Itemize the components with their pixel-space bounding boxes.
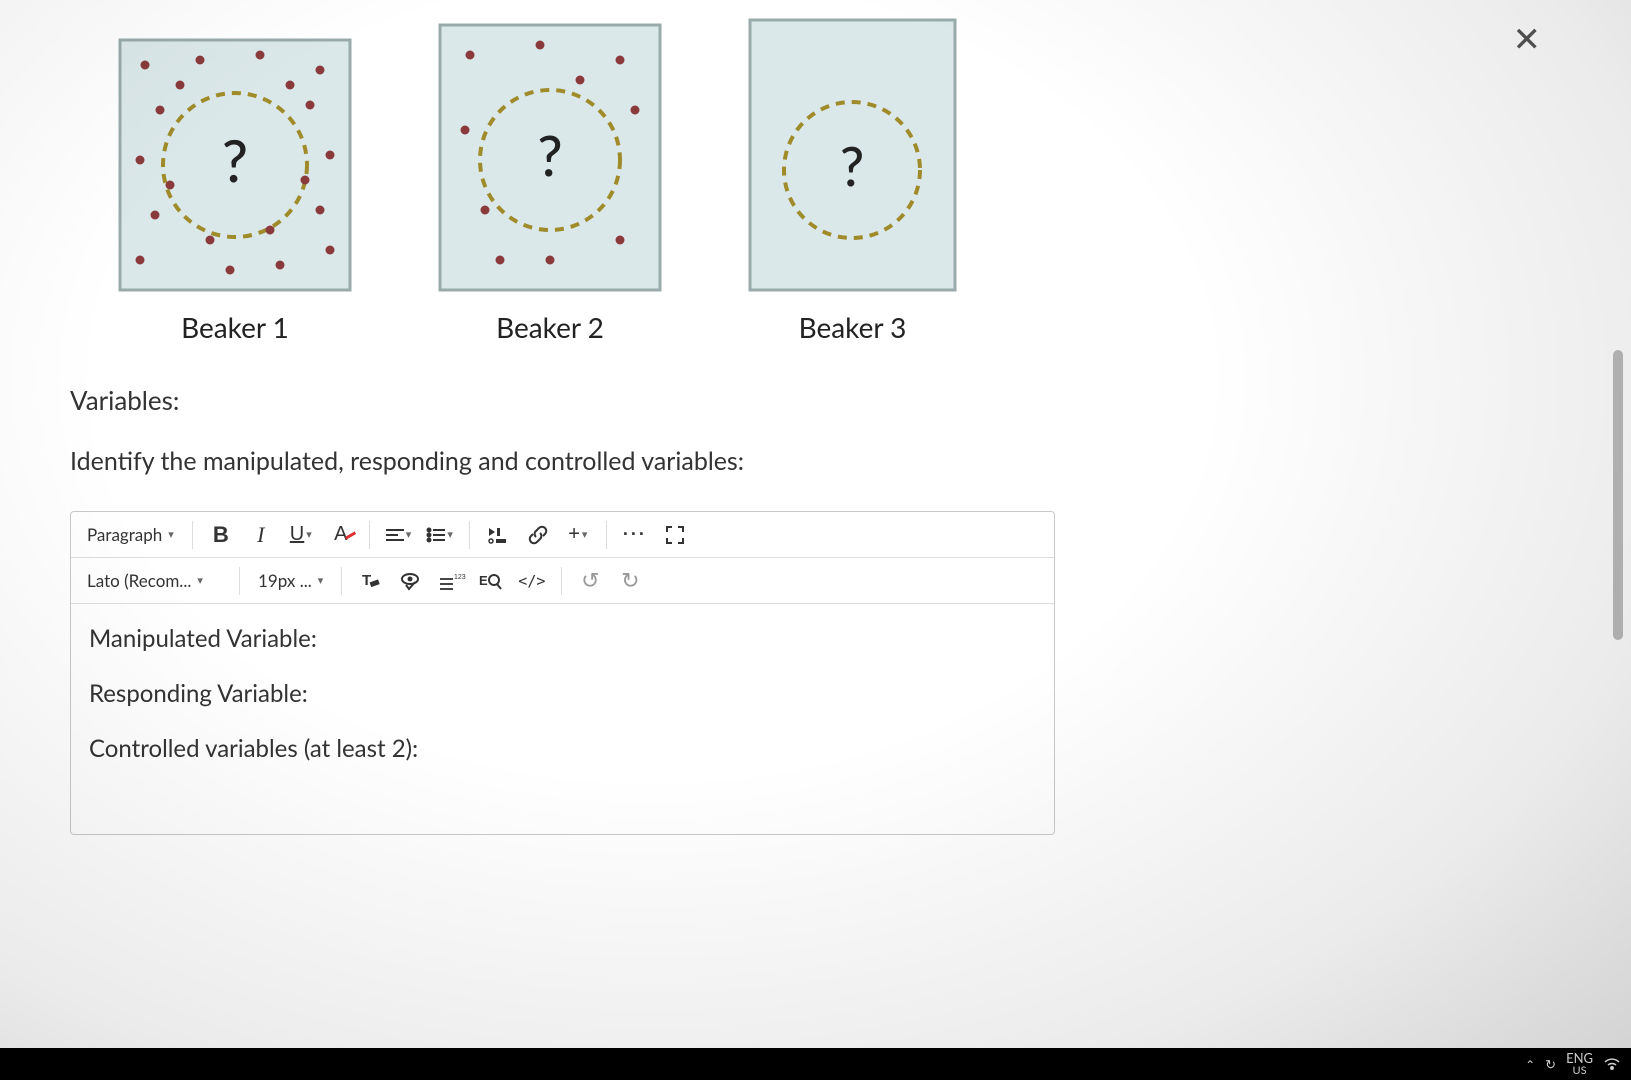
beaker-3-image: ?: [740, 0, 965, 300]
chevron-down-icon: ▾: [582, 528, 588, 541]
beaker-2-image: ?: [430, 10, 670, 300]
chevron-down-icon: ▾: [447, 528, 453, 541]
scrollbar-thumb[interactable]: [1613, 350, 1623, 640]
font-size-dropdown[interactable]: 19px ... ▾: [250, 564, 331, 598]
separator: [341, 567, 342, 595]
find-replace-icon: E: [479, 571, 501, 591]
undo-button[interactable]: ↺: [572, 564, 608, 598]
font-family-label: Lato (Recom...: [87, 570, 191, 591]
separator: [369, 521, 370, 549]
manipulated-line: Manipulated Variable:: [89, 624, 1036, 653]
underline-label: U: [290, 523, 304, 546]
separator: [606, 521, 607, 549]
variables-heading: Variables:: [70, 384, 1601, 416]
align-icon: [386, 528, 404, 542]
font-size-label: 19px ...: [258, 570, 312, 591]
toolbar-row-2: Lato (Recom... ▾ 19px ... ▾ T: [71, 558, 1054, 604]
link-icon: [528, 525, 548, 545]
beaker-2: ? Beaker 2: [430, 10, 670, 344]
chevron-up-icon[interactable]: ⌃: [1525, 1057, 1535, 1072]
fullscreen-button[interactable]: [657, 518, 693, 552]
svg-text:123: 123: [454, 574, 466, 581]
sync-icon[interactable]: ↻: [1545, 1056, 1556, 1073]
page-content: ✕ ? Beaker 1: [65, 0, 1601, 1050]
font-family-dropdown[interactable]: Lato (Recom... ▾: [79, 564, 229, 598]
svg-text:?: ?: [840, 133, 864, 198]
language-top: ENG: [1566, 1051, 1593, 1065]
prompt-section: Variables: Identify the manipulated, res…: [70, 384, 1601, 476]
block-format-dropdown[interactable]: Paragraph ▾: [79, 518, 182, 552]
bold-button[interactable]: B: [203, 518, 239, 552]
beaker-1-image: ?: [110, 30, 360, 300]
toolbar-row-1: Paragraph ▾ B I U ▾ A ▾: [71, 512, 1054, 558]
block-format-label: Paragraph: [87, 524, 162, 545]
html-view-button[interactable]: </>: [512, 564, 551, 598]
chevron-down-icon: ▾: [306, 528, 312, 541]
underline-button[interactable]: U ▾: [283, 518, 319, 552]
accessibility-button[interactable]: [392, 564, 428, 598]
text-color-button[interactable]: A: [323, 518, 359, 552]
insert-button[interactable]: + ▾: [560, 518, 596, 552]
separator: [239, 567, 240, 595]
separator: [192, 521, 193, 549]
chevron-down-icon: ▾: [168, 528, 174, 541]
redo-button[interactable]: ↻: [612, 564, 648, 598]
chevron-down-icon: ▾: [318, 574, 324, 587]
beaker-2-label: Beaker 2: [496, 310, 604, 344]
list-button[interactable]: ▾: [421, 518, 459, 552]
separator: [561, 567, 562, 595]
beaker-1-label: Beaker 1: [181, 310, 289, 344]
fullscreen-icon: [666, 526, 684, 544]
editor-body[interactable]: Manipulated Variable: Responding Variabl…: [71, 604, 1054, 834]
media-icon: [488, 527, 508, 543]
text-color-label: A: [334, 523, 347, 545]
language-bottom: US: [1566, 1065, 1593, 1077]
rich-text-editor: Paragraph ▾ B I U ▾ A ▾: [70, 511, 1055, 835]
responding-line: Responding Variable:: [89, 679, 1036, 708]
language-indicator[interactable]: ENG US: [1566, 1051, 1593, 1077]
clear-formatting-icon: T: [360, 572, 380, 590]
list-icon: [427, 528, 445, 542]
beaker-3: ? Beaker 3: [740, 0, 965, 344]
variables-instruction: Identify the manipulated, responding and…: [70, 446, 1601, 476]
beaker-row: ? Beaker 1 ?: [110, 0, 1601, 344]
more-button[interactable]: ···: [617, 518, 653, 552]
svg-text:?: ?: [537, 121, 562, 188]
align-button[interactable]: ▾: [380, 518, 418, 552]
insert-label: +: [568, 523, 580, 546]
media-button[interactable]: [480, 518, 516, 552]
svg-text:T: T: [362, 572, 371, 589]
chevron-down-icon: ▾: [197, 574, 203, 587]
accessibility-checker-icon: [400, 571, 420, 591]
windows-taskbar: ⌃ ↻ ENG US: [0, 1048, 1631, 1080]
wifi-icon[interactable]: [1603, 1056, 1621, 1073]
separator: [469, 521, 470, 549]
close-icon[interactable]: ✕: [1513, 18, 1542, 60]
superscript-button[interactable]: 123: [432, 564, 468, 598]
superscript-icon: 123: [439, 573, 461, 589]
svg-text:E: E: [479, 573, 488, 588]
beaker-1: ? Beaker 1: [110, 30, 360, 344]
svg-text:?: ?: [222, 126, 248, 195]
chevron-down-icon: ▾: [406, 528, 412, 541]
link-button[interactable]: [520, 518, 556, 552]
find-replace-button[interactable]: E: [472, 564, 508, 598]
italic-button[interactable]: I: [243, 518, 279, 552]
beaker-3-label: Beaker 3: [799, 310, 907, 344]
controlled-line: Controlled variables (at least 2):: [89, 734, 1036, 763]
clear-formatting-button[interactable]: T: [352, 564, 388, 598]
